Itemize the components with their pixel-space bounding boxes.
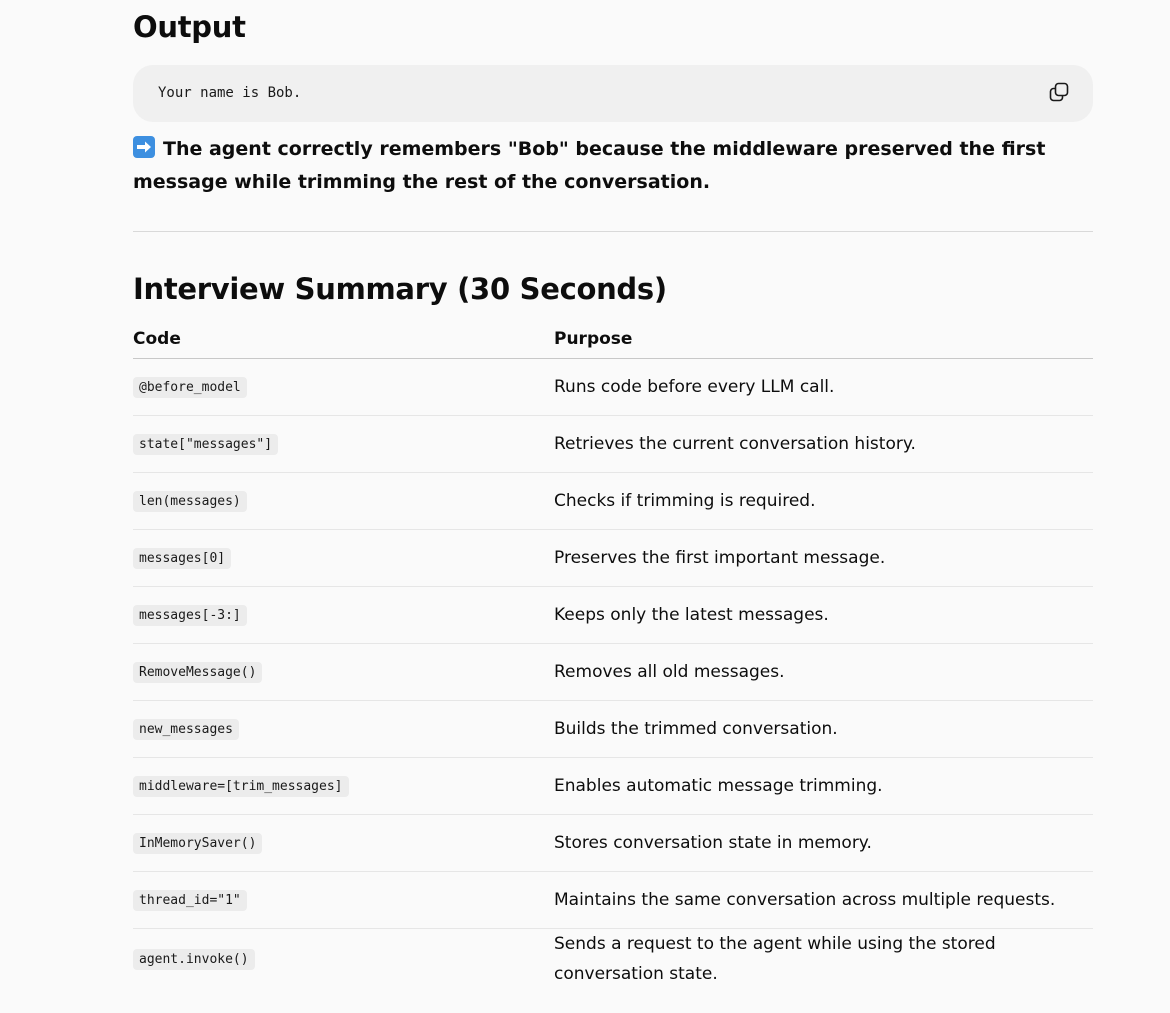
code-cell: RemoveMessage()	[133, 662, 263, 683]
table-row: len(messages) Checks if trimming is requ…	[133, 472, 1093, 530]
code-cell: new_messages	[133, 719, 239, 740]
code-cell: InMemorySaver()	[133, 833, 263, 854]
table-row: messages[0] Preserves the first importan…	[133, 529, 1093, 587]
column-header-code: Code	[133, 320, 554, 359]
code-cell: agent.invoke()	[133, 949, 255, 970]
summary-heading: Interview Summary (30 Seconds)	[133, 272, 667, 306]
purpose-cell: Preserves the first important message.	[554, 529, 1093, 587]
table-row: new_messages Builds the trimmed conversa…	[133, 700, 1093, 758]
table-row: RemoveMessage() Removes all old messages…	[133, 643, 1093, 701]
table-row: state["messages"] Retrieves the current …	[133, 415, 1093, 473]
code-cell: messages[-3:]	[133, 605, 247, 626]
code-cell: @before_model	[133, 377, 247, 398]
table-row: middleware=[trim_messages] Enables autom…	[133, 757, 1093, 815]
copy-code-button[interactable]	[1045, 80, 1073, 108]
purpose-cell: Stores conversation state in memory.	[554, 814, 1093, 872]
code-cell: middleware=[trim_messages]	[133, 776, 349, 797]
table-row: InMemorySaver() Stores conversation stat…	[133, 814, 1093, 872]
copy-icon	[1048, 81, 1070, 107]
table-row: messages[-3:] Keeps only the latest mess…	[133, 586, 1093, 644]
purpose-cell: Keeps only the latest messages.	[554, 586, 1093, 644]
output-code-text: Your name is Bob.	[158, 85, 302, 101]
code-cell: thread_id="1"	[133, 890, 247, 911]
code-cell: messages[0]	[133, 548, 232, 569]
table-row: thread_id="1" Maintains the same convers…	[133, 871, 1093, 929]
purpose-cell: Removes all old messages.	[554, 643, 1093, 701]
purpose-cell: Checks if trimming is required.	[554, 472, 1093, 530]
table-row: agent.invoke() Sends a request to the ag…	[133, 929, 1093, 990]
right-arrow-emoji-icon	[133, 136, 155, 158]
purpose-cell: Retrieves the current conversation histo…	[554, 415, 1093, 473]
output-explanation-text: The agent correctly remembers "Bob" beca…	[133, 138, 1046, 193]
purpose-cell: Runs code before every LLM call.	[554, 358, 1093, 416]
purpose-cell: Sends a request to the agent while using…	[554, 934, 996, 984]
output-heading: Output	[133, 10, 246, 44]
column-header-purpose: Purpose	[554, 320, 1093, 359]
table-header-row: Code Purpose	[133, 320, 1093, 359]
output-code-block: Your name is Bob.	[133, 65, 1093, 122]
summary-table: Code Purpose @before_model Runs code bef…	[133, 320, 1093, 989]
table-row: @before_model Runs code before every LLM…	[133, 358, 1093, 416]
purpose-cell: Maintains the same conversation across m…	[554, 871, 1093, 929]
code-cell: len(messages)	[133, 491, 247, 512]
code-cell: state["messages"]	[133, 434, 279, 455]
section-divider	[133, 231, 1093, 232]
purpose-cell: Builds the trimmed conversation.	[554, 700, 1093, 758]
purpose-cell: Enables automatic message trimming.	[554, 757, 1093, 815]
output-explanation: The agent correctly remembers "Bob" beca…	[133, 133, 1093, 199]
